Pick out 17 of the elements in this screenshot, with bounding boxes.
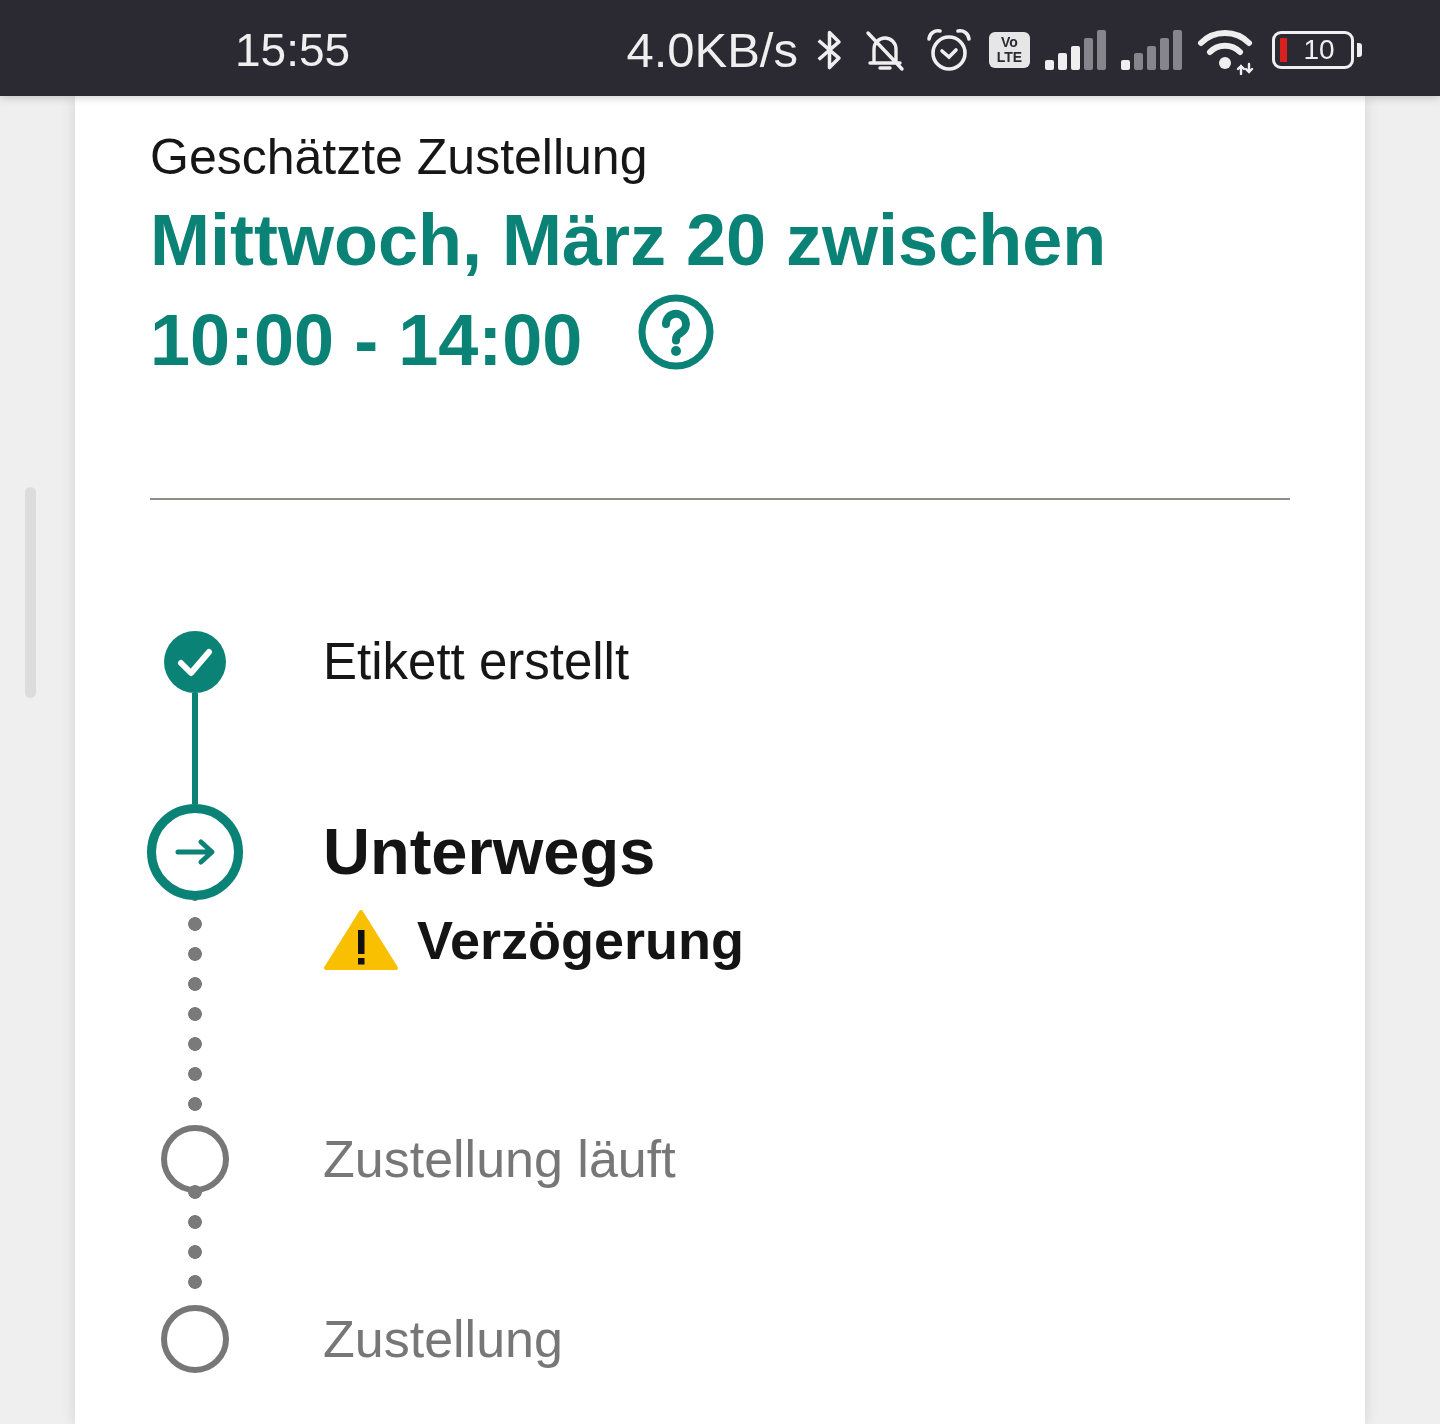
network-speed: 4.0KB/s <box>626 22 798 78</box>
estimate-label: Geschätzte Zustellung <box>150 128 649 187</box>
step-label: Zustellung <box>323 1309 563 1370</box>
delivery-time-window: 10:00 - 14:00 <box>150 290 583 390</box>
delivery-date: Mittwoch, März 20 zwischen <box>150 199 1107 282</box>
help-icon[interactable] <box>638 294 715 370</box>
signal-icon <box>1121 30 1182 70</box>
delay-warning: Verzögerung <box>417 909 745 972</box>
alarm-clock-icon <box>924 26 974 74</box>
signal-icon <box>1045 30 1106 70</box>
battery-indicator: 10 <box>1272 31 1362 69</box>
step-label: Etikett erstellt <box>323 632 630 692</box>
step-label: Unterwegs <box>323 814 657 890</box>
warning-icon <box>323 909 399 971</box>
step-label: Zustellung läuft <box>323 1129 676 1190</box>
volte-badge: Vo LTE <box>989 32 1030 68</box>
clock-time: 15:55 <box>235 23 351 78</box>
